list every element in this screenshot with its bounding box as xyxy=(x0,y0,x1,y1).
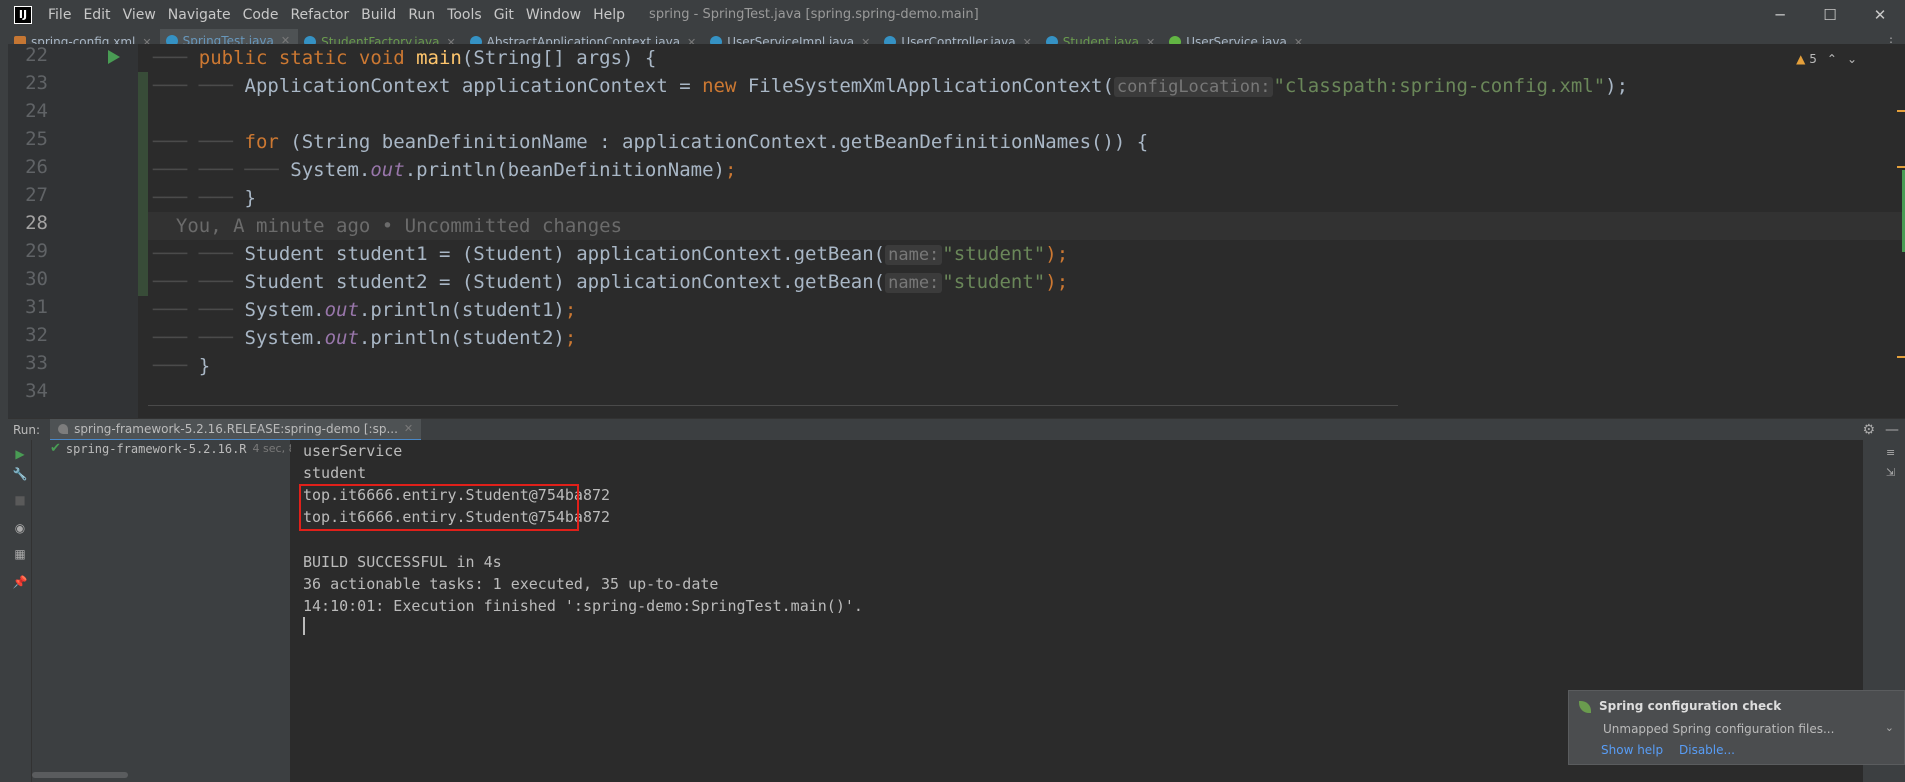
line-number: 23 xyxy=(25,72,48,94)
code-line-33: ─── } xyxy=(153,355,211,377)
line-number: 33 xyxy=(25,352,48,374)
close-button[interactable]: ✕ xyxy=(1855,0,1905,29)
horizontal-scrollbar[interactable] xyxy=(32,772,128,778)
spring-leaf-icon xyxy=(1579,701,1591,713)
line-number: 31 xyxy=(25,296,48,318)
run-main-icon[interactable] xyxy=(108,50,120,64)
code-line-22: ─── public static void main(String[] arg… xyxy=(153,47,657,69)
code-line-26: ─── ─── ─── System.out.println(beanDefin… xyxy=(153,159,737,181)
line-number: 32 xyxy=(25,324,48,346)
gradle-icon xyxy=(58,423,69,434)
line-number: 27 xyxy=(25,184,48,206)
tree-item-label: spring-framework-5.2.16.R xyxy=(65,441,247,456)
menu-build[interactable]: Build xyxy=(355,7,402,23)
check-icon: ✔ xyxy=(50,441,61,456)
intellij-logo-icon[interactable]: IJ xyxy=(14,5,32,24)
soft-wrap-icon[interactable]: ≡ xyxy=(1886,446,1900,460)
window-title: spring - SpringTest.java [spring.spring-… xyxy=(649,7,979,22)
stop-icon[interactable]: ■ xyxy=(12,492,28,508)
warning-count: 5 xyxy=(1809,52,1817,66)
code-editor[interactable]: 22 23 24 25 26 27 28 29 30 31 32 33 34 ─… xyxy=(8,44,1905,418)
disable-link[interactable]: Disable... xyxy=(1679,743,1735,757)
menu-run[interactable]: Run xyxy=(402,7,441,23)
line-number: 25 xyxy=(25,128,48,150)
menu-bar: IJ File Edit View Navigate Code Refactor… xyxy=(0,0,1905,29)
chevron-down-icon[interactable]: ⌄ xyxy=(1847,52,1857,66)
maximize-button[interactable]: ☐ xyxy=(1805,0,1855,29)
menu-file[interactable]: File xyxy=(42,7,77,23)
tree-item[interactable]: ✔ spring-framework-5.2.16.R 4 sec, 891 m… xyxy=(50,441,330,456)
gear-icon[interactable]: ⚙ xyxy=(1862,422,1875,438)
notification-body: Unmapped Spring configuration files... xyxy=(1603,722,1835,736)
close-icon[interactable]: ✕ xyxy=(404,422,413,435)
menu-view[interactable]: View xyxy=(117,7,162,23)
run-label: Run: xyxy=(13,422,41,437)
error-stripe-mark[interactable] xyxy=(1897,110,1905,112)
code-line-25: ─── ─── for (String beanDefinitionName :… xyxy=(153,131,1149,153)
spring-config-notification: Spring configuration check Unmapped Spri… xyxy=(1568,690,1905,765)
run-tool-window-header: Run: spring-framework-5.2.16.RELEASE:spr… xyxy=(8,418,1905,441)
editor-horizontal-divider xyxy=(148,405,1398,406)
chevron-up-icon[interactable]: ⌃ xyxy=(1827,52,1837,66)
console-line: 36 actionable tasks: 1 executed, 35 up-t… xyxy=(303,575,719,593)
code-line-32: ─── ─── System.out.println(student2); xyxy=(153,327,577,349)
error-stripe-mark[interactable] xyxy=(1897,356,1905,358)
window-controls: ─ ☐ ✕ xyxy=(1755,0,1905,29)
code-line-27: ─── ─── } xyxy=(153,187,256,209)
run-toolbar: ▶ 🔧 ■ ◉ ▦ 📌 xyxy=(8,440,32,782)
menu-window[interactable]: Window xyxy=(520,7,587,23)
console-line: student xyxy=(303,464,367,482)
line-number: 28 xyxy=(25,212,48,234)
annotation-highlight-box xyxy=(299,484,579,531)
menu-code[interactable]: Code xyxy=(237,7,285,23)
layout-icon[interactable]: ▦ xyxy=(12,546,28,562)
text-caret xyxy=(303,617,305,635)
pin-icon[interactable]: 📌 xyxy=(12,574,28,590)
vcs-change-marker[interactable] xyxy=(138,72,148,296)
warning-icon: ▲ xyxy=(1796,52,1806,66)
menu-tools[interactable]: Tools xyxy=(441,7,488,23)
console-line: BUILD SUCCESSFUL in 4s xyxy=(303,553,502,571)
notification-title: Spring configuration check xyxy=(1599,699,1782,713)
line-number: 34 xyxy=(25,380,48,402)
line-number: 30 xyxy=(25,268,48,290)
editor-gutter: 22 23 24 25 26 27 28 29 30 31 32 33 34 xyxy=(8,44,138,418)
code-line-23: ─── ─── ApplicationContext applicationCo… xyxy=(153,75,1629,97)
menu-help[interactable]: Help xyxy=(587,7,631,23)
console-line: 14:10:01: Execution finished ':spring-de… xyxy=(303,597,863,615)
rerun-icon[interactable]: ▶ xyxy=(12,446,28,462)
parameter-hint: configLocation: xyxy=(1113,77,1274,97)
line-number: 26 xyxy=(25,156,48,178)
menu-edit[interactable]: Edit xyxy=(77,7,116,23)
show-help-link[interactable]: Show help xyxy=(1601,743,1663,757)
menu-navigate[interactable]: Navigate xyxy=(162,7,237,23)
code-line-31: ─── ─── System.out.println(student1); xyxy=(153,299,577,321)
wrench-icon[interactable]: 🔧 xyxy=(12,466,28,482)
code-line-28: You, A minute ago • Uncommitted changes xyxy=(153,212,622,240)
code-line-29: ─── ─── Student student1 = (Student) app… xyxy=(153,243,1069,265)
scroll-to-end-icon[interactable]: ⇲ xyxy=(1886,466,1900,480)
minimize-button[interactable]: ─ xyxy=(1755,0,1805,29)
console-line: userService xyxy=(303,442,403,460)
git-blame-annotation: You, A minute ago • Uncommitted changes xyxy=(175,215,623,237)
parameter-hint: name: xyxy=(885,245,943,265)
run-tab-label: spring-framework-5.2.16.RELEASE:spring-d… xyxy=(74,421,398,436)
line-number: 29 xyxy=(25,240,48,262)
error-stripe-mark[interactable] xyxy=(1897,166,1905,168)
run-results-tree: ✔ spring-framework-5.2.16.R 4 sec, 891 m… xyxy=(32,440,330,782)
code-line-30: ─── ─── Student student2 = (Student) app… xyxy=(153,271,1069,293)
eye-icon[interactable]: ◉ xyxy=(12,520,28,536)
minimize-icon[interactable]: — xyxy=(1885,422,1899,438)
line-number: 24 xyxy=(25,100,48,122)
parameter-hint: name: xyxy=(885,273,943,293)
menu-refactor[interactable]: Refactor xyxy=(284,7,355,23)
left-tool-strip xyxy=(0,29,8,782)
run-configuration-tab[interactable]: spring-framework-5.2.16.RELEASE:spring-d… xyxy=(50,418,422,441)
line-number: 22 xyxy=(25,44,48,66)
menu-git[interactable]: Git xyxy=(488,7,520,23)
chevron-down-icon[interactable]: ⌄ xyxy=(1885,721,1894,734)
inspection-widget[interactable]: ▲ 5 ⌃ ⌄ xyxy=(1796,52,1857,66)
